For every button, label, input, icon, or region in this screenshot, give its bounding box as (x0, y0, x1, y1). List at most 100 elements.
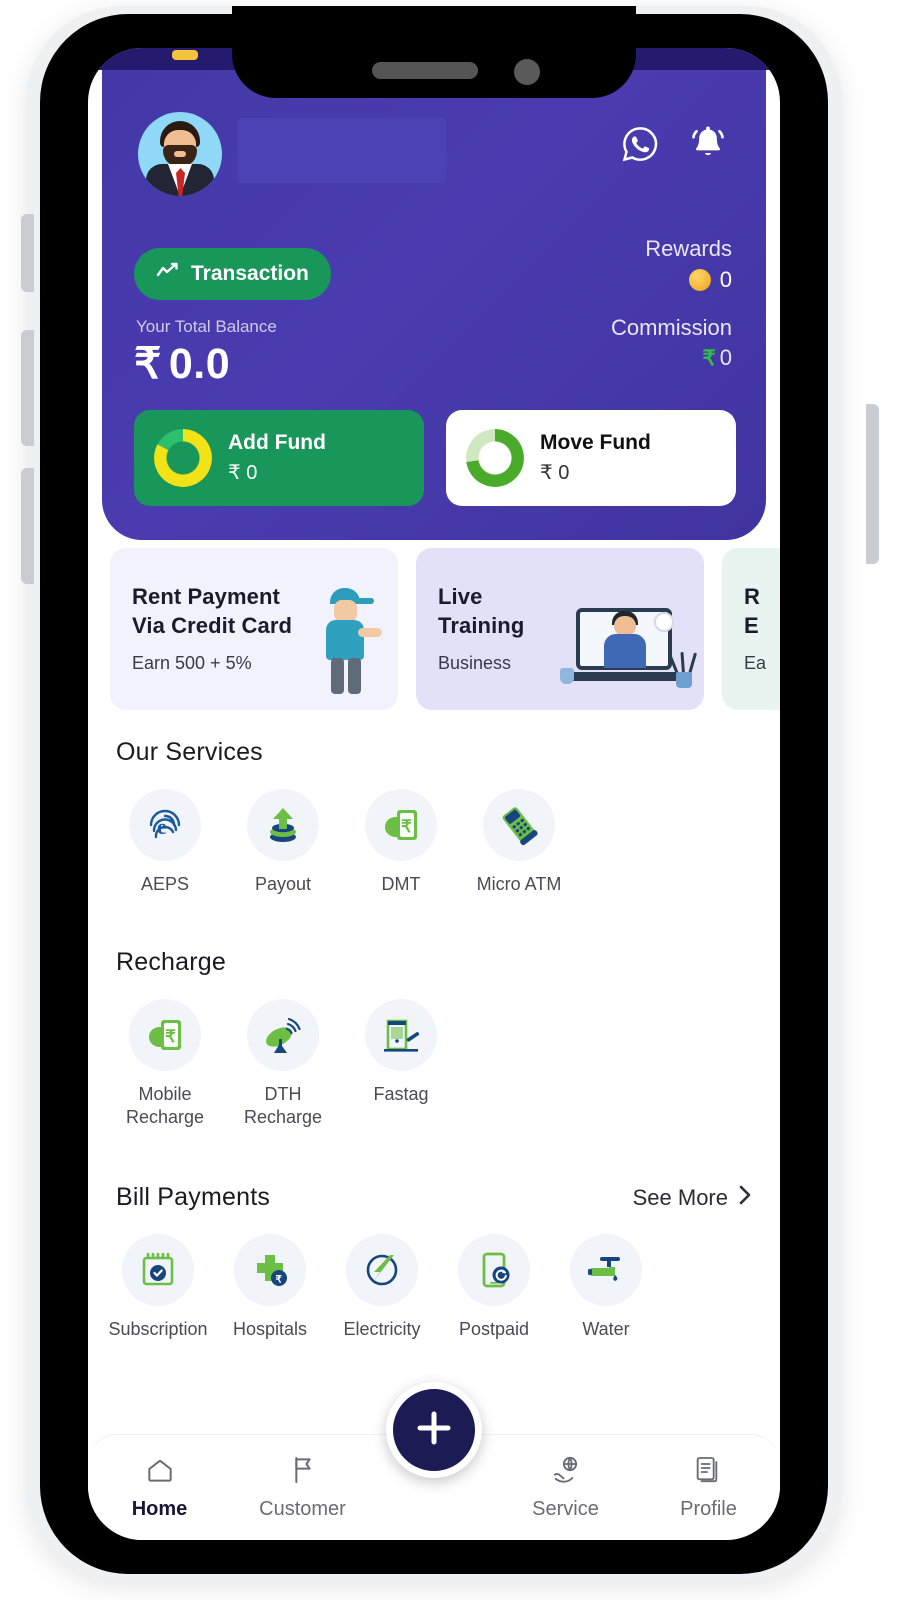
promo-carousel[interactable]: Rent Payment Via Credit Card Earn 500 + … (88, 548, 780, 710)
laptop-training-illustration (560, 602, 698, 694)
our-services-tiles: e AEPS Payout ₹ DMT Micro ATM (88, 789, 780, 896)
bill-tile-label: Postpaid (458, 1319, 530, 1339)
commission-value: 0 (719, 345, 732, 370)
bill-tile-water[interactable]: Water (550, 1234, 662, 1341)
service-tile-dmt[interactable]: ₹ DMT (342, 789, 460, 896)
promo-card-live-training[interactable]: Live Training Business (416, 548, 704, 710)
coin-icon (688, 269, 711, 291)
dth-dish-icon (247, 999, 319, 1071)
bill-tile-label: Subscription (108, 1319, 208, 1339)
add-fund-card[interactable]: Add Fund ₹ 0 (134, 410, 424, 506)
delivery-person-illustration (314, 588, 384, 694)
bill-payments-section: Bill Payments See More Subscription ₹ Ho… (88, 1183, 780, 1341)
phone-power-button[interactable] (866, 404, 879, 564)
recharge-tile-mobile[interactable]: ₹ Mobile Recharge (106, 999, 224, 1128)
move-fund-title: Move Fund (540, 431, 651, 455)
bill-tile-electricity[interactable]: Electricity (326, 1234, 438, 1341)
service-tile-label: Payout (254, 874, 312, 894)
balance-label: Your Total Balance (136, 317, 277, 336)
promo-subtitle: Earn 500 + 5% (132, 653, 252, 673)
service-tile-micro-atm[interactable]: Micro ATM (460, 789, 578, 896)
recharge-tile-label: Mobile Recharge (125, 1084, 205, 1127)
phone-screen: Transaction Your Total Balance ₹0.0 Rewa… (88, 48, 780, 1540)
flag-icon (287, 1454, 319, 1491)
water-tap-icon (570, 1234, 642, 1306)
move-fund-card[interactable]: Move Fund ₹ 0 (446, 410, 736, 506)
micro-atm-pos-icon (483, 789, 555, 861)
home-icon (144, 1454, 176, 1491)
phone-volume-down-button[interactable] (21, 468, 34, 584)
service-tile-label: DMT (381, 874, 421, 894)
balance-amount: 0.0 (168, 340, 231, 388)
donut-chart-icon (154, 429, 212, 487)
bill-tile-label: Electricity (343, 1319, 421, 1339)
account-header-card: Transaction Your Total Balance ₹0.0 Rewa… (102, 70, 766, 540)
promo-title: Live Training (438, 584, 525, 639)
recharge-tile-label: Fastag (373, 1084, 429, 1104)
bill-payments-tiles: Subscription ₹ Hospitals Electricity Pos… (88, 1234, 780, 1341)
earpiece-speaker (372, 62, 478, 79)
bill-tile-hospitals[interactable]: ₹ Hospitals (214, 1234, 326, 1341)
mobile-recharge-icon: ₹ (129, 999, 201, 1071)
chevron-right-icon (736, 1184, 754, 1212)
rewards-commission-block: Rewards 0 Commission ₹ 0 (502, 236, 732, 371)
trend-line-icon (156, 261, 180, 287)
notification-bell-icon[interactable] (686, 122, 730, 166)
our-services-section: Our Services e AEPS Payout ₹ DMT Micro A… (88, 738, 780, 896)
documents-icon (693, 1454, 725, 1491)
recharge-tiles: ₹ Mobile Recharge DTH Recharge Fastag (88, 999, 780, 1128)
rewards-label: Rewards (645, 236, 732, 261)
recharge-header: Recharge (88, 948, 780, 977)
nav-item-label: Service (532, 1498, 599, 1520)
rewards-row: 0 (502, 267, 732, 293)
avatar[interactable] (138, 112, 222, 196)
service-tile-label: AEPS (140, 874, 190, 894)
fastag-toll-icon (365, 999, 437, 1071)
nav-item-label: Profile (680, 1498, 737, 1520)
recharge-tile-dth[interactable]: DTH Recharge (224, 999, 342, 1128)
add-fund-title: Add Fund (228, 431, 326, 455)
add-fund-amount: ₹ 0 (228, 461, 258, 484)
nav-item-profile[interactable]: Profile (637, 1454, 780, 1521)
plus-icon (411, 1405, 457, 1456)
phone-volume-up-button[interactable] (21, 330, 34, 446)
phone-mute-button[interactable] (21, 214, 34, 292)
rewards-value: 0 (719, 267, 732, 292)
electricity-bolt-icon (346, 1234, 418, 1306)
add-fab-button[interactable] (386, 1382, 482, 1478)
svg-text:₹: ₹ (165, 1027, 176, 1046)
nav-item-service[interactable]: Service (494, 1454, 637, 1521)
recharge-section: Recharge ₹ Mobile Recharge DTH Recharge … (88, 948, 780, 1128)
nav-item-label: Home (131, 1498, 188, 1520)
bill-tile-subscription[interactable]: Subscription (102, 1234, 214, 1341)
recharge-tile-label: DTH Recharge (243, 1084, 323, 1127)
promo-subtitle: Ea (744, 653, 767, 673)
service-tile-payout[interactable]: Payout (224, 789, 342, 896)
transaction-button-label: Transaction (191, 262, 309, 285)
whatsapp-icon[interactable] (618, 122, 662, 166)
user-name-masked (238, 118, 446, 183)
balance-value: ₹0.0 (134, 339, 230, 389)
donut-chart-icon (466, 429, 524, 487)
recharge-heading: Recharge (116, 948, 226, 976)
service-tile-aeps[interactable]: e AEPS (106, 789, 224, 896)
recharge-tile-fastag[interactable]: Fastag (342, 999, 460, 1128)
phone-notch (232, 6, 636, 98)
nav-item-home[interactable]: Home (88, 1454, 231, 1521)
payout-upload-icon (247, 789, 319, 861)
promo-card-refer-earn[interactable]: R E Ea (722, 548, 780, 710)
svg-text:₹: ₹ (401, 817, 412, 836)
nav-item-customer[interactable]: Customer (231, 1454, 374, 1521)
commission-currency: ₹ (702, 346, 716, 370)
see-more-button[interactable]: See More (633, 1184, 754, 1212)
our-services-heading: Our Services (116, 738, 263, 766)
bill-tile-postpaid[interactable]: Postpaid (438, 1234, 550, 1341)
header-action-icons (618, 122, 730, 166)
fund-actions-row: Add Fund ₹ 0 Move Fund ₹ 0 (134, 410, 736, 506)
globe-hand-icon (550, 1454, 582, 1491)
commission-label: Commission (610, 315, 732, 340)
header-top-row (138, 112, 730, 196)
svg-text:e: e (157, 814, 167, 839)
transaction-button[interactable]: Transaction (134, 248, 331, 300)
promo-card-rent-payment[interactable]: Rent Payment Via Credit Card Earn 500 + … (110, 548, 398, 710)
